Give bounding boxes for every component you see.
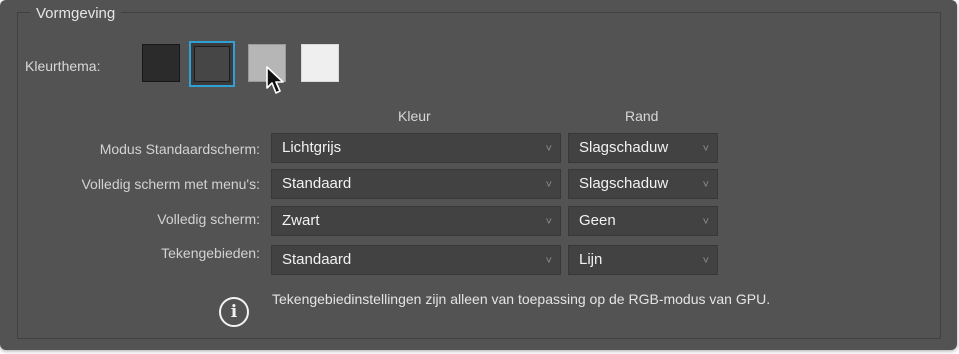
fullscreen-menus-border-select[interactable]: Slagschaduw ˅	[568, 169, 718, 199]
preferences-panel: Vormgeving Kleurthema: Kleur Rand Modus …	[0, 0, 957, 350]
select-value: Lichtgrijs	[282, 139, 342, 156]
mouse-pointer-icon	[266, 66, 284, 94]
row-label-fullscreen-with-menus: Volledig scherm met menu's:	[81, 176, 260, 192]
select-value: Lijn	[579, 251, 603, 268]
info-message: Tekengebiedinstellingen zijn alleen van …	[272, 291, 771, 307]
select-value: Standaard	[282, 175, 352, 192]
column-header-rand: Rand	[625, 108, 659, 124]
row-label-fullscreen: Volledig scherm:	[157, 211, 260, 227]
color-theme-label: Kleurthema:	[25, 58, 101, 74]
theme-swatch-medium-dark-selected[interactable]	[189, 41, 235, 87]
row-label-standard-screen: Modus Standaardscherm:	[99, 141, 260, 157]
theme-swatch-dark[interactable]	[142, 44, 180, 82]
fullscreen-border-select[interactable]: Geen ˅	[568, 206, 718, 236]
standard-screen-color-select[interactable]: Lichtgrijs ˅	[271, 133, 561, 163]
standard-screen-border-select[interactable]: Slagschaduw ˅	[568, 133, 718, 163]
select-value: Geen	[579, 212, 616, 229]
artboards-color-select[interactable]: Standaard ˅	[271, 245, 561, 275]
select-value: Slagschaduw	[579, 175, 669, 192]
select-value: Slagschaduw	[579, 139, 669, 156]
artboards-border-select[interactable]: Lijn ˅	[568, 245, 718, 275]
select-value: Standaard	[282, 251, 352, 268]
column-header-kleur: Kleur	[398, 108, 431, 124]
chevron-down-icon: ˅	[545, 143, 552, 155]
chevron-down-icon: ˅	[702, 216, 709, 228]
info-icon: i	[219, 297, 249, 327]
chevron-down-icon: ˅	[702, 255, 709, 267]
row-label-artboards: Tekengebieden:	[161, 245, 260, 261]
chevron-down-icon: ˅	[702, 179, 709, 191]
select-value: Zwart	[282, 212, 320, 229]
chevron-down-icon: ˅	[545, 255, 552, 267]
chevron-down-icon: ˅	[702, 143, 709, 155]
chevron-down-icon: ˅	[545, 179, 552, 191]
fullscreen-color-select[interactable]: Zwart ˅	[271, 206, 561, 236]
chevron-down-icon: ˅	[545, 216, 552, 228]
fullscreen-menus-color-select[interactable]: Standaard ˅	[271, 169, 561, 199]
swatch-inner	[194, 46, 230, 82]
group-title: Vormgeving	[30, 4, 122, 24]
theme-swatch-light[interactable]	[301, 44, 339, 82]
